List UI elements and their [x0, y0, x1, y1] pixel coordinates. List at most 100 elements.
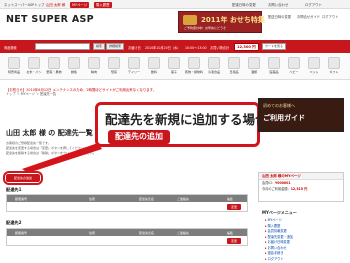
mypage-summary: 山田 太郎 様のMYページ 会員ID：Y000001 今月のご利用金額：12,3… [258, 172, 344, 202]
category-icon [8, 57, 20, 69]
category-item[interactable]: デイリー [124, 57, 144, 77]
usage-line: 今月のご利用金額：12,315 円 [262, 187, 308, 191]
category-item[interactable]: 特売商品 [4, 57, 24, 77]
mypage-button[interactable]: MYページ [70, 1, 90, 8]
col-header: 編集 [227, 230, 234, 235]
top-link-logout[interactable]: ログアウト [305, 2, 322, 7]
category-item[interactable]: 菓子 [164, 57, 184, 77]
category-item[interactable]: 酒類 [244, 57, 264, 77]
col-header: 住所 [89, 230, 96, 235]
category-item[interactable]: ペット [304, 57, 324, 77]
category-item[interactable]: 精肉 [84, 57, 104, 77]
guide-banner[interactable]: 初めてのお客様へ ご利用ガイド [258, 98, 344, 132]
purchase-history-button[interactable]: 購入履歴 [94, 1, 112, 8]
category-item[interactable]: 冷凍食品 [204, 57, 224, 77]
delivery-time-value[interactable]: 10:00～13:00 [185, 45, 207, 50]
table-header: 郵便番号 住所 配達先氏名 ご連絡先 編集 [7, 229, 247, 236]
category-icon [288, 57, 300, 69]
category-label: 酒類 [250, 70, 257, 74]
cart-total: 12,300 円 [234, 42, 259, 51]
search-input[interactable] [35, 43, 90, 50]
search-nav-bar: 商品検索 検索 詳細検索 お届け日 2010年10月20日（水） 10:00～1… [0, 40, 350, 53]
category-label: 飲料 [150, 70, 157, 74]
category-icon [168, 57, 180, 69]
mypage-menu-item[interactable]: 配達先変更・追加 [265, 234, 294, 239]
category-icon [148, 57, 160, 69]
header-link-delivery[interactable]: 配送日時の変更 [268, 14, 291, 19]
category-icon [48, 57, 60, 69]
edit-button[interactable]: 変更 [227, 237, 241, 244]
category-item[interactable]: ベビー [284, 57, 304, 77]
site-logo[interactable]: NET SUPER ASP [6, 14, 94, 25]
mypage-menu-item[interactable]: お届け日時変更 [265, 239, 290, 244]
header-link-guide[interactable]: お問合せガイド [297, 14, 320, 19]
col-header: 編集 [227, 196, 234, 201]
col-header: 配達先氏名 [139, 196, 155, 201]
address-table: 郵便番号 住所 配達先氏名 ご連絡先 編集 変更 [6, 228, 248, 246]
mypage-menu-item[interactable]: お問い合わせ [265, 245, 287, 250]
page-title: 山田 太郎 様 の 配達先一覧 [6, 129, 93, 137]
top-link-contact[interactable]: お問い合わせ [268, 2, 288, 7]
col-header: ご連絡先 [177, 196, 190, 201]
category-icon [188, 57, 200, 69]
callout-text: 配達先を新規に追加する場合は [105, 112, 281, 127]
table-row: 変更 [7, 236, 247, 245]
col-header: 郵便番号 [15, 230, 28, 235]
category-item[interactable]: 日用品 [224, 57, 244, 77]
category-item[interactable]: 鮮魚 [64, 57, 84, 77]
category-item[interactable]: 飲料 [144, 57, 164, 77]
category-item[interactable]: ギフト [324, 57, 344, 77]
promo-banner[interactable]: 2011年 おせち特集 ご予約受付中！お早めにどうぞ [178, 11, 265, 33]
mypage-menu-item[interactable]: ログアウト [265, 256, 284, 261]
category-item[interactable]: 惣菜 [104, 57, 124, 77]
top-link-delivery[interactable]: 配達日時の変更 [232, 2, 256, 7]
cart-total-label: お買い物合計 [210, 45, 230, 50]
col-header: ご連絡先 [177, 230, 190, 235]
category-item[interactable]: お米・パン [24, 57, 44, 77]
mypage-menu-item[interactable]: 購入履歴 [265, 223, 281, 228]
mypage-menu-item[interactable]: 会員情報変更 [265, 228, 287, 233]
tutorial-callout: 配達先を新規に追加する場合は 配達先の追加 [95, 102, 280, 147]
address-block-title: 配達先2 [6, 220, 22, 225]
top-utility-bar: ネットスーパーASPトップ 山田 太郎 様 MYページ 購入履歴 配達日時の変更… [0, 0, 350, 9]
category-label: 日用品 [229, 70, 239, 74]
site-link[interactable]: ネットスーパーASPトップ [4, 2, 44, 7]
address-table: 郵便番号 住所 配達先氏名 ご連絡先 編集 変更 [6, 194, 248, 212]
search-label: 商品検索 [4, 45, 17, 50]
category-label: 特売商品 [7, 70, 20, 74]
category-icon [28, 57, 40, 69]
category-item[interactable]: 乾物・調味料 [184, 57, 204, 77]
edit-button[interactable]: 変更 [227, 203, 241, 210]
category-label: ギフト [329, 70, 339, 74]
category-icon [328, 57, 340, 69]
header-link-logout[interactable]: ログアウト [322, 14, 338, 19]
category-icon [88, 57, 100, 69]
category-label: 精肉 [90, 70, 97, 74]
category-icon [68, 57, 80, 69]
category-item[interactable]: 野菜・果物 [44, 57, 64, 77]
category-label: 冷凍食品 [207, 70, 220, 74]
category-icon [228, 57, 240, 69]
osechi-box-icon [183, 15, 197, 25]
mypage-menu-item[interactable]: 退会手続き [265, 250, 284, 255]
view-cart-button[interactable]: カートを見る [262, 43, 287, 50]
category-item[interactable]: 医薬品 [264, 57, 284, 77]
table-header: 郵便番号 住所 配達先氏名 ご連絡先 編集 [7, 195, 247, 202]
search-button[interactable]: 検索 [93, 43, 106, 50]
banner-caption: 初めてのお客様へ [263, 103, 295, 108]
callout-add-button[interactable]: 配達先の追加 [108, 130, 170, 144]
detail-search-button[interactable]: 詳細検索 [106, 43, 125, 50]
col-header: 郵便番号 [15, 196, 28, 201]
category-label: 惣菜 [110, 70, 117, 74]
address-block-title: 配達先1 [6, 187, 22, 192]
table-row: 変更 [7, 202, 247, 211]
mypage-menu-item[interactable]: MYページ [265, 217, 282, 222]
category-label: お米・パン [26, 70, 42, 74]
mypage-menu-title: MYページメニュー [262, 210, 297, 215]
greeting: 山田 太郎 様 [46, 3, 66, 7]
delivery-date-value[interactable]: 2010年10月20日（水） [145, 45, 180, 50]
category-icon [308, 57, 320, 69]
col-header: 配達先氏名 [139, 230, 155, 235]
col-header: 住所 [89, 196, 96, 201]
promo-title: 2011年 おせち特集 [201, 16, 265, 24]
